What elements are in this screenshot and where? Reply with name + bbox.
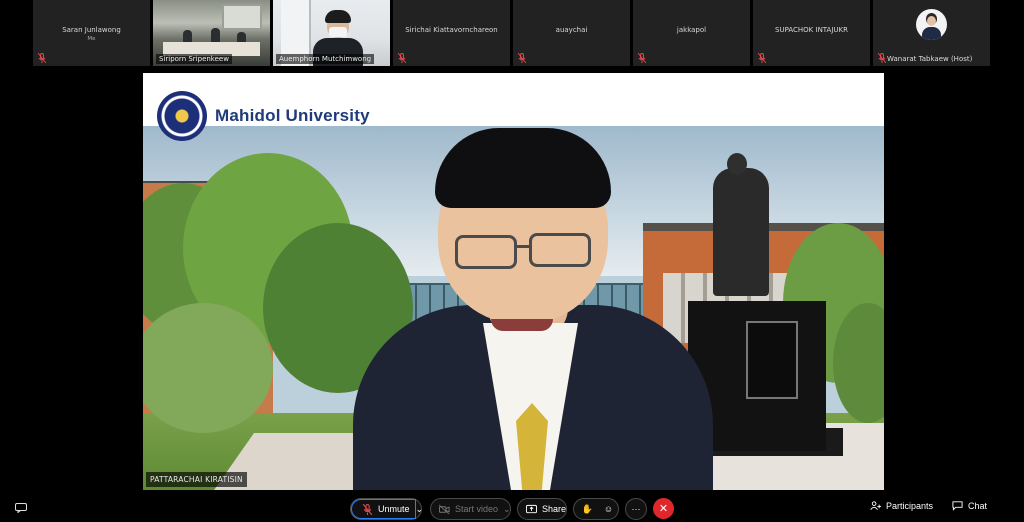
participant-tile[interactable]: Wanarat Tabkaew (Host): [873, 0, 990, 66]
video-control-group: Start video ⌄: [430, 498, 511, 520]
reactions-group: ✋ ☺: [573, 498, 619, 520]
meeting-toolbar: Unmute ⌄ Start video ⌄ Share ✋ ☺ ··· ✕ P…: [0, 495, 1024, 522]
participant-tile[interactable]: SUPACHOK INTAJUKR: [753, 0, 870, 66]
participant-sub-label: Me: [87, 36, 96, 42]
participant-name: Saran Junlawong: [62, 26, 121, 34]
chat-button[interactable]: Chat: [952, 500, 987, 511]
participant-name: auaychai: [555, 26, 588, 34]
share-button[interactable]: Share: [518, 499, 574, 519]
unmute-button[interactable]: Unmute: [351, 499, 416, 519]
close-icon: ✕: [658, 503, 669, 515]
more-options-label: ···: [631, 504, 641, 514]
share-group: Share: [517, 498, 567, 520]
background-brand-text: Mahidol University: [215, 106, 370, 125]
active-speaker-video[interactable]: Mahidol University PATTARACHAI KIRATISIN: [143, 73, 884, 490]
raise-hand-icon: ✋: [581, 503, 594, 514]
participant-tile[interactable]: Saran Junlawong Me: [33, 0, 150, 66]
participant-tile[interactable]: jakkapol: [633, 0, 750, 66]
chat-icon: [952, 501, 963, 511]
reactions-button[interactable]: ☺: [598, 499, 622, 519]
participants-label: Participants: [886, 500, 934, 511]
participant-name: SUPACHOK INTAJUKR: [775, 26, 848, 34]
start-video-label: Start video: [455, 504, 499, 514]
reaction-smiley-icon: ☺: [603, 504, 614, 514]
raise-hand-button[interactable]: ✋: [574, 499, 598, 519]
leave-meeting-button[interactable]: ✕: [653, 498, 674, 519]
muted-mic-icon: [758, 53, 766, 63]
chevron-down-icon[interactable]: ⌄: [416, 504, 424, 515]
video-off-icon: [439, 504, 450, 514]
participant-name: Sirichai Kiattavornchareon: [405, 26, 498, 34]
participant-tile[interactable]: Auemphorn Mutchimwong: [273, 0, 390, 66]
participant-strip: Saran Junlawong Me Siriporn Sripenkeew A…: [33, 0, 990, 66]
more-options-group: ···: [625, 498, 647, 520]
share-label: Share: [542, 504, 567, 514]
participants-icon: [870, 501, 881, 510]
chevron-down-icon[interactable]: ⌄: [503, 504, 511, 515]
unmute-label: Unmute: [378, 504, 410, 514]
muted-mic-icon: [38, 53, 46, 63]
participant-name: Auemphorn Mutchimwong: [276, 54, 375, 64]
muted-mic-icon: [878, 53, 886, 63]
participant-name: Siriporn Sripenkeew: [156, 54, 232, 64]
participant-tile[interactable]: Sirichai Kiattavornchareon: [393, 0, 510, 66]
more-options-button[interactable]: ···: [632, 499, 641, 519]
muted-mic-icon: [398, 53, 406, 63]
captions-icon[interactable]: [15, 503, 27, 513]
audio-control-group: Unmute ⌄: [350, 498, 424, 520]
share-screen-icon: [526, 504, 537, 513]
participant-name: Wanarat Tabkaew (Host): [887, 55, 973, 63]
participant-tile[interactable]: Siriporn Sripenkeew: [153, 0, 270, 66]
muted-mic-icon: [362, 503, 373, 515]
university-seal-logo: [157, 91, 207, 141]
avatar: [916, 9, 947, 40]
speaker-name-label: PATTARACHAI KIRATISIN: [146, 472, 247, 487]
muted-mic-icon: [638, 53, 646, 63]
start-video-button[interactable]: Start video ⌄: [431, 499, 519, 519]
participant-name: jakkapol: [676, 26, 707, 34]
participants-button[interactable]: Participants: [870, 500, 933, 511]
participant-tile[interactable]: auaychai: [513, 0, 630, 66]
muted-mic-icon: [518, 53, 526, 63]
chat-label: Chat: [968, 500, 988, 511]
